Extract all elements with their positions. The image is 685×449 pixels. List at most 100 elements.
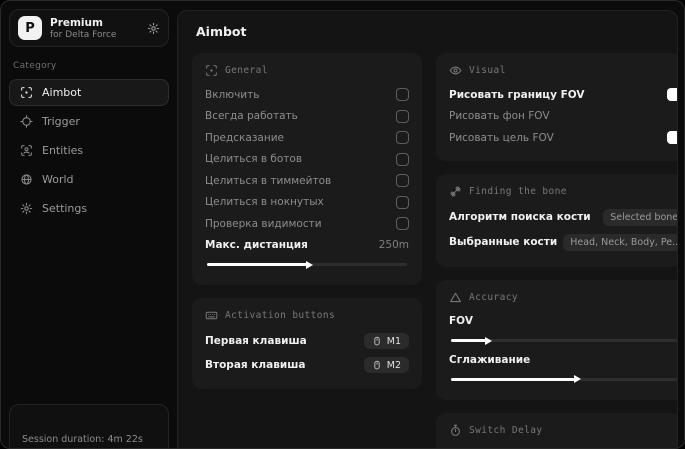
section-title: Visual (469, 65, 506, 76)
gear-icon[interactable] (147, 22, 160, 35)
sidebar-item-trigger[interactable]: Trigger (9, 108, 169, 135)
smoothing-label: Сглаживание (449, 353, 531, 366)
draw-fov-target-label: Рисовать цель FOV (449, 131, 554, 144)
bone-icon (449, 185, 462, 198)
toggle-row-target-knocked: Целиться в нокнутых (205, 192, 409, 214)
brand-logo: P (18, 16, 42, 40)
first-keybind-button[interactable]: M1 (363, 333, 409, 349)
visual-header: Visual (449, 64, 677, 77)
fov-target-color-swatch[interactable] (667, 131, 677, 145)
section-title: General (225, 65, 268, 76)
selected-bones-row: Выбранные кости Head, Neck, Body, Pe.. (449, 230, 678, 255)
draw-fov-border-row: Рисовать границу FOV (449, 84, 677, 106)
toggle-label: Целиться в нокнутых (205, 196, 324, 209)
slider-fill (451, 375, 582, 383)
brand-title: Premium (50, 16, 103, 29)
finding-bone-header: Finding the bone (449, 185, 677, 198)
toggle-label: Включить (205, 88, 260, 101)
section-title: Finding the bone (469, 185, 567, 197)
visibility-check-checkbox[interactable] (396, 217, 409, 231)
second-keybind-button[interactable]: M2 (363, 357, 409, 373)
draw-fov-border-label: Рисовать границу FOV (449, 88, 585, 101)
section-title: Activation buttons (225, 310, 336, 321)
slider-fill (451, 336, 492, 345)
toggle-row-target-teammates: Целиться в тиммейтов (205, 170, 409, 192)
second-key-label: Вторая клавиша (205, 359, 306, 371)
finding-bone-card: Finding the bone Алгоритм поиска кости S… (436, 173, 678, 267)
sidebar-item-settings[interactable]: Settings (9, 195, 169, 222)
sidebar-item-label: Trigger (42, 115, 80, 128)
sidebar: P Premium for Delta Force Category Aimbo… (1, 1, 177, 448)
stopwatch-icon (449, 424, 462, 437)
app-window: P Premium for Delta Force Category Aimbo… (0, 0, 685, 449)
second-key-row: Вторая клавиша M2 (205, 353, 409, 377)
sidebar-item-entities[interactable]: Entities (9, 137, 169, 164)
max-distance-slider[interactable] (207, 259, 407, 269)
toggle-label: Целиться в тиммейтов (205, 174, 332, 187)
session-duration-text: Session duration: 4m 22s (22, 434, 143, 445)
target-knocked-checkbox[interactable] (396, 195, 409, 209)
triangle-icon (449, 291, 462, 304)
activation-buttons-card: Activation buttons Первая клавиша M1 Вто… (192, 298, 422, 389)
mouse-icon (372, 360, 382, 370)
always-work-checkbox[interactable] (396, 109, 409, 123)
toggle-label: Всегда работать (205, 110, 298, 123)
draw-fov-background-label: Рисовать фон FOV (449, 110, 550, 123)
first-key-label: Первая клавиша (205, 335, 307, 347)
bone-algorithm-dropdown[interactable]: Selected bone (603, 208, 678, 226)
section-title: Accuracy (469, 291, 518, 303)
prediction-checkbox[interactable] (396, 131, 409, 145)
toggle-row-prediction: Предсказание (205, 127, 409, 149)
sidebar-nav: Aimbot Trigger Entities World Settings (9, 79, 169, 222)
dropdown-value: Head, Neck, Body, Pe.. (570, 236, 678, 248)
toggle-label: Предсказание (205, 131, 284, 144)
toggle-row-enable: Включить (205, 84, 409, 106)
switch-delay-toggle-row: Задержка переключения (449, 444, 677, 449)
sidebar-item-label: World (42, 173, 74, 186)
slider-fill (207, 260, 313, 269)
toggle-row-always-work: Всегда работать (205, 106, 409, 128)
draw-fov-background-row: Рисовать фон FOV (449, 106, 677, 128)
visual-card: Visual Рисовать границу FOV Рисовать фон… (436, 53, 677, 161)
switch-delay-card: Switch Delay Задержка переключения Задер… (436, 412, 677, 449)
dropdown-value: Selected bone (610, 211, 678, 223)
gear-icon (20, 202, 33, 215)
selected-bones-dropdown[interactable]: Head, Neck, Body, Pe.. (563, 233, 678, 251)
brand-subtitle: for Delta Force (50, 29, 117, 40)
sidebar-item-world[interactable]: World (9, 166, 169, 193)
max-distance-value: 250m (378, 239, 409, 252)
fov-border-color-swatch[interactable] (667, 88, 677, 102)
smoothing-row: Сглаживание 50% (449, 349, 677, 371)
target-teammates-checkbox[interactable] (396, 174, 409, 188)
first-key-row: Первая клавиша M1 (205, 329, 409, 353)
slider-thumb[interactable] (574, 375, 582, 383)
slider-thumb[interactable] (484, 336, 492, 345)
globe-icon (20, 173, 33, 186)
smoothing-slider[interactable] (451, 374, 677, 384)
switch-delay-header: Switch Delay (449, 424, 677, 437)
enable-checkbox[interactable] (396, 88, 409, 102)
scan-crosshair-icon (20, 86, 33, 99)
crosshair-icon (20, 115, 33, 128)
accuracy-card: Accuracy FOV 50° Сглаживание 50% (436, 279, 677, 400)
brand-text: Premium for Delta Force (50, 17, 139, 40)
slider-thumb[interactable] (306, 260, 313, 269)
section-title: Switch Delay (469, 424, 543, 436)
sidebar-item-label: Entities (42, 144, 84, 157)
sidebar-item-label: Aimbot (42, 86, 82, 99)
toggle-label: Проверка видимости (205, 217, 322, 230)
target-bots-checkbox[interactable] (396, 152, 409, 166)
sidebar-item-label: Settings (42, 202, 88, 215)
keybind-value: M2 (386, 359, 401, 371)
accuracy-header: Accuracy (449, 291, 677, 304)
bone-algorithm-label: Алгоритм поиска кости (449, 211, 591, 223)
toggle-label: Целиться в ботов (205, 153, 303, 166)
max-distance-row: Макс. дистанция 250m (205, 235, 409, 257)
bone-algorithm-row: Алгоритм поиска кости Selected bone (449, 205, 678, 230)
sidebar-item-aimbot[interactable]: Aimbot (9, 79, 169, 106)
activation-header: Activation buttons (205, 309, 409, 322)
keybind-value: M1 (386, 335, 401, 347)
brand-logo-letter: P (25, 20, 35, 36)
fov-row: FOV 50° (449, 311, 677, 333)
fov-slider[interactable] (451, 335, 677, 345)
